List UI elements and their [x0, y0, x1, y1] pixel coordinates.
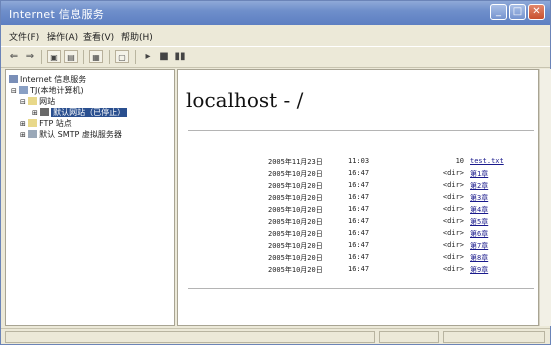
- row-type: <dir>: [442, 205, 464, 213]
- help-icon[interactable]: ▢: [115, 50, 129, 63]
- window-title: Internet 信息服务: [9, 8, 105, 21]
- pause-icon[interactable]: ▮▮: [173, 50, 187, 63]
- listing-row: 2005年10月20日 16:47 <dir> 第4章: [178, 205, 540, 216]
- row-type: <dir>: [442, 265, 464, 273]
- row-type: <dir>: [442, 169, 464, 177]
- row-type: <dir>: [442, 229, 464, 237]
- row-time: 16:47: [348, 181, 370, 189]
- row-type: 10: [455, 157, 464, 165]
- row-link[interactable]: 第9章: [470, 266, 488, 274]
- row-time: 16:47: [348, 193, 370, 201]
- listing-row: 2005年10月20日 16:47 <dir> 第2章: [178, 181, 540, 192]
- listing-row: 2005年10月20日 16:47 <dir> 第8章: [178, 253, 540, 264]
- row-date: 2005年10月20日: [268, 218, 323, 226]
- server-icon: [19, 86, 29, 94]
- status-panel: [5, 331, 375, 343]
- menu-file[interactable]: 文件(F): [9, 30, 39, 43]
- row-date: 2005年10月20日: [268, 206, 323, 214]
- site-icon: [40, 108, 50, 116]
- content-pane: localhost - / 2005年11月23日 11:03 10 test.txt…: [177, 69, 539, 326]
- row-type: <dir>: [442, 181, 464, 189]
- maximize-button[interactable]: □: [509, 4, 526, 20]
- divider: [188, 130, 534, 131]
- status-bar: [1, 328, 550, 346]
- listing-row: 2005年10月20日 16:47 <dir> 第7章: [178, 241, 540, 252]
- folder-icon: [28, 119, 38, 127]
- row-date: 2005年10月20日: [268, 182, 323, 190]
- tree-item-websites[interactable]: ⊟ 网站: [20, 96, 55, 107]
- row-time: 16:47: [348, 241, 370, 249]
- close-button[interactable]: ✕: [528, 4, 545, 20]
- row-time: 11:03: [348, 157, 370, 165]
- tree-toggle-icon[interactable]: ▤: [64, 50, 78, 63]
- smtp-icon: [28, 130, 38, 138]
- computer-icon: [9, 75, 18, 83]
- row-date: 2005年10月20日: [268, 194, 323, 202]
- stop-icon[interactable]: ■: [157, 50, 171, 63]
- row-date: 2005年10月20日: [268, 266, 323, 274]
- status-panel: [443, 331, 545, 343]
- row-time: 16:47: [348, 217, 370, 225]
- listing-row: 2005年11月23日 11:03 10 test.txt: [178, 157, 540, 168]
- row-link[interactable]: 第2章: [470, 182, 488, 190]
- play-icon[interactable]: ▸: [141, 50, 155, 63]
- row-link[interactable]: 第6章: [470, 230, 488, 238]
- menu-bar: 文件(F) 操作(A) 查看(V) 帮助(H): [1, 28, 550, 44]
- row-type: <dir>: [442, 193, 464, 201]
- row-time: 16:47: [348, 253, 370, 261]
- listing-row: 2005年10月20日 16:47 <dir> 第6章: [178, 229, 540, 240]
- iis-window: Internet 信息服务 _ □ ✕ 文件(F) 操作(A) 查看(V) 帮助…: [0, 0, 551, 345]
- row-link[interactable]: 第7章: [470, 242, 488, 250]
- listing-row: 2005年10月20日 16:47 <dir> 第9章: [178, 265, 540, 276]
- divider: [188, 288, 534, 289]
- row-date: 2005年10月20日: [268, 170, 323, 178]
- minimize-button[interactable]: _: [490, 4, 507, 20]
- row-link[interactable]: 第3章: [470, 194, 488, 202]
- row-type: <dir>: [442, 241, 464, 249]
- row-type: <dir>: [442, 217, 464, 225]
- menu-action[interactable]: 操作(A): [47, 30, 78, 43]
- title-bar[interactable]: Internet 信息服务 _ □ ✕: [1, 1, 550, 25]
- back-icon[interactable]: ⇐: [7, 50, 21, 63]
- row-time: 16:47: [348, 229, 370, 237]
- listing-row: 2005年10月20日 16:47 <dir> 第3章: [178, 193, 540, 204]
- tree-item-ftp[interactable]: ⊞ FTP 站点: [20, 118, 72, 129]
- tree-pane: Internet 信息服务 ⊟ TJ(本地计算机) ⊟ 网站 ⊞ 默认网站（已停…: [5, 69, 175, 326]
- row-type: <dir>: [442, 253, 464, 261]
- listing-row: 2005年10月20日 16:47 <dir> 第5章: [178, 217, 540, 228]
- row-time: 16:47: [348, 169, 370, 177]
- vertical-scrollbar[interactable]: [539, 69, 551, 326]
- tree-item-smtp[interactable]: ⊞ 默认 SMTP 虚拟服务器: [20, 129, 122, 140]
- tree-item-root[interactable]: Internet 信息服务: [9, 74, 86, 85]
- listing-row: 2005年10月20日 16:47 <dir> 第1章: [178, 169, 540, 180]
- menu-help[interactable]: 帮助(H): [121, 30, 153, 43]
- row-date: 2005年11月23日: [268, 158, 323, 166]
- toolbar: ⇐ ⇒ ▣ ▤ ▦ ▢ ▸ ■ ▮▮: [1, 46, 550, 68]
- row-link[interactable]: 第1章: [470, 170, 488, 178]
- row-link[interactable]: 第8章: [470, 254, 488, 262]
- properties-icon[interactable]: ▦: [89, 50, 103, 63]
- up-icon[interactable]: ▣: [47, 50, 61, 63]
- row-date: 2005年10月20日: [268, 254, 323, 262]
- menu-view[interactable]: 查看(V): [83, 30, 114, 43]
- row-date: 2005年10月20日: [268, 242, 323, 250]
- status-panel: [379, 331, 439, 343]
- row-time: 16:47: [348, 265, 370, 273]
- row-link[interactable]: 第4章: [470, 206, 488, 214]
- row-link[interactable]: 第5章: [470, 218, 488, 226]
- row-time: 16:47: [348, 205, 370, 213]
- tree-item-default-site[interactable]: ⊞ 默认网站（已停止）: [32, 107, 128, 118]
- row-link[interactable]: test.txt: [470, 157, 504, 165]
- row-date: 2005年10月20日: [268, 230, 323, 238]
- folder-icon: [28, 97, 38, 105]
- tree-item-local[interactable]: ⊟ TJ(本地计算机): [11, 85, 84, 96]
- page-title: localhost - /: [186, 88, 304, 112]
- forward-icon[interactable]: ⇒: [23, 50, 37, 63]
